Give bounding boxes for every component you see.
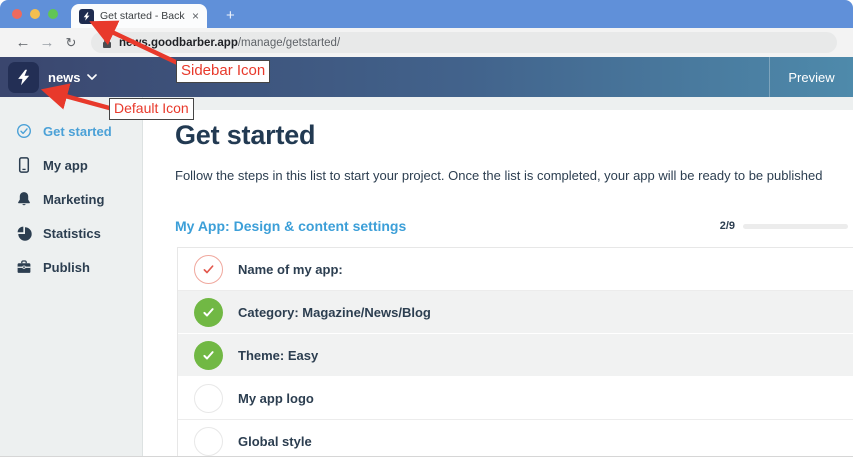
section-header: My App: Design & content settings 2/9	[175, 218, 853, 234]
checklist-row-theme[interactable]: Theme: Easy	[178, 334, 853, 377]
forward-icon[interactable]: →	[35, 35, 59, 50]
sidebar-item-label: Statistics	[43, 226, 101, 241]
browser-window: Get started - Backoffice - Goo × + ← → ↻…	[0, 0, 853, 457]
browser-tab-bar: Get started - Backoffice - Goo × +	[0, 0, 853, 28]
page-body: Get started My app Marketing	[0, 97, 853, 456]
sidebar-item-label: Marketing	[43, 192, 104, 207]
close-window-button[interactable]	[12, 9, 22, 19]
chevron-down-icon[interactable]	[87, 74, 97, 80]
page-title: Get started	[175, 120, 853, 151]
done-check-icon	[194, 298, 223, 327]
page-description: Follow the steps in this list to start y…	[175, 168, 853, 183]
pie-chart-icon	[16, 225, 32, 241]
minimize-window-button[interactable]	[30, 9, 40, 19]
section-title: My App: Design & content settings	[175, 218, 406, 234]
app-name-dropdown[interactable]: news	[48, 70, 81, 85]
back-icon[interactable]: ←	[11, 35, 35, 50]
sidebar-item-label: Get started	[43, 124, 112, 139]
smartphone-icon	[16, 157, 32, 173]
empty-check-icon	[194, 384, 223, 413]
sidebar-icon-annotation: Sidebar Icon	[176, 60, 270, 83]
checklist-label: Global style	[238, 434, 312, 449]
checklist-label: Category: Magazine/News/Blog	[238, 305, 431, 320]
url-path: /manage/getstarted/	[238, 37, 340, 49]
main-area: Get started Follow the steps in this lis…	[143, 97, 853, 456]
screenshot-root: Get started - Backoffice - Goo × + ← → ↻…	[0, 0, 853, 469]
browser-tab[interactable]: Get started - Backoffice - Goo ×	[71, 4, 207, 28]
done-check-icon	[194, 341, 223, 370]
window-controls	[0, 0, 58, 28]
tab-title: Get started - Backoffice - Goo	[100, 10, 185, 22]
app-navbar: news Preview	[0, 57, 853, 97]
progress-indicator: 2/9	[720, 220, 848, 232]
sidebar: Get started My app Marketing	[0, 97, 143, 456]
checklist-row-app-logo[interactable]: My app logo	[178, 377, 853, 420]
sidebar-item-publish[interactable]: Publish	[0, 250, 142, 284]
checklist-row-global-style[interactable]: Global style	[178, 420, 853, 457]
lock-icon	[102, 37, 112, 49]
check-circle-icon	[16, 123, 32, 139]
url-domain: news.goodbarber.app	[119, 37, 238, 49]
sidebar-item-label: My app	[43, 158, 88, 173]
progress-label: 2/9	[720, 220, 735, 232]
new-tab-button[interactable]: +	[226, 8, 235, 23]
sidebar-item-marketing[interactable]: Marketing	[0, 182, 142, 216]
checklist-label: Theme: Easy	[238, 348, 318, 363]
navbar-lightning-icon[interactable]	[8, 62, 39, 93]
sidebar-item-my-app[interactable]: My app	[0, 148, 142, 182]
sidebar-item-statistics[interactable]: Statistics	[0, 216, 142, 250]
default-icon-annotation: Default Icon	[109, 98, 194, 120]
briefcase-icon	[16, 259, 32, 275]
checklist-label: My app logo	[238, 391, 314, 406]
checklist-row-name-of-app[interactable]: Name of my app:	[178, 248, 853, 291]
browser-toolbar: ← → ↻ news.goodbarber.app/manage/getstar…	[0, 28, 853, 57]
progress-bar	[743, 224, 848, 229]
checklist-card: Name of my app: Category: Magazine/News/…	[177, 247, 853, 457]
bell-icon	[16, 191, 32, 207]
checklist-row-category[interactable]: Category: Magazine/News/Blog	[178, 291, 853, 334]
url-text: news.goodbarber.app/manage/getstarted/	[119, 37, 340, 49]
reload-icon[interactable]: ↻	[59, 36, 83, 49]
sidebar-item-label: Publish	[43, 260, 90, 275]
checklist-label: Name of my app:	[238, 262, 343, 277]
main-content: Get started Follow the steps in this lis…	[143, 110, 853, 457]
zoom-window-button[interactable]	[48, 9, 58, 19]
tab-close-icon[interactable]: ×	[191, 9, 200, 23]
preview-button[interactable]: Preview	[769, 57, 853, 97]
empty-check-icon	[194, 427, 223, 456]
address-bar[interactable]: news.goodbarber.app/manage/getstarted/	[91, 32, 837, 53]
tab-favicon-lightning-icon	[79, 9, 94, 24]
top-strip	[143, 97, 853, 110]
attention-check-icon	[194, 255, 223, 284]
